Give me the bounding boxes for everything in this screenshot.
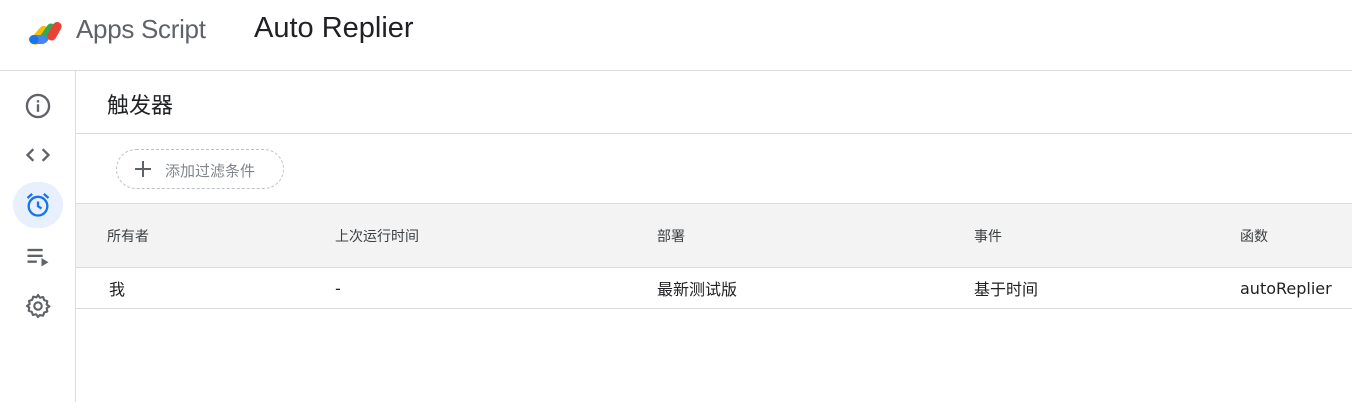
cell-function: autoReplier bbox=[1240, 278, 1332, 298]
gear-icon bbox=[25, 293, 51, 319]
page-header: 触发器 bbox=[76, 71, 1352, 134]
sidebar-item-overview[interactable] bbox=[13, 83, 63, 129]
executions-list-icon bbox=[27, 248, 49, 267]
info-icon bbox=[25, 93, 51, 119]
column-header-deployment[interactable]: 部署 bbox=[657, 204, 685, 267]
column-header-owner[interactable]: 所有者 bbox=[107, 204, 149, 267]
page-title: 触发器 bbox=[107, 94, 174, 119]
table-row[interactable]: 我 - 最新测试版 基于时间 autoReplier bbox=[76, 268, 1352, 309]
top-bar: Apps Script Auto Replier bbox=[0, 0, 1352, 71]
sidebar bbox=[0, 71, 76, 402]
cell-event: 基于时间 bbox=[974, 280, 1039, 299]
project-title[interactable]: Auto Replier bbox=[254, 12, 414, 45]
add-filter-button[interactable]: 添加过滤条件 bbox=[116, 149, 284, 189]
sidebar-item-triggers[interactable] bbox=[13, 182, 63, 228]
sidebar-item-editor[interactable] bbox=[13, 132, 63, 178]
code-icon bbox=[25, 148, 51, 162]
alarm-clock-icon bbox=[26, 193, 50, 217]
cell-owner: 我 bbox=[109, 280, 126, 299]
triggers-panel: 触发器 添加过滤条件 所有者 上次运行时间 部署 事件 函数 我 - 最新测试版… bbox=[76, 71, 1352, 402]
cell-last-run: - bbox=[335, 278, 341, 298]
apps-script-logo[interactable] bbox=[26, 13, 68, 47]
cell-deployment: 最新测试版 bbox=[657, 280, 738, 299]
add-filter-label: 添加过滤条件 bbox=[165, 162, 256, 180]
table-header: 所有者 上次运行时间 部署 事件 函数 bbox=[76, 203, 1352, 268]
sidebar-item-settings[interactable] bbox=[13, 283, 63, 329]
column-header-event[interactable]: 事件 bbox=[974, 204, 1002, 267]
column-header-last-run[interactable]: 上次运行时间 bbox=[335, 204, 419, 267]
column-header-function[interactable]: 函数 bbox=[1240, 204, 1268, 267]
app-name[interactable]: Apps Script bbox=[76, 14, 206, 45]
sidebar-item-executions[interactable] bbox=[13, 234, 63, 280]
plus-icon bbox=[135, 161, 151, 177]
